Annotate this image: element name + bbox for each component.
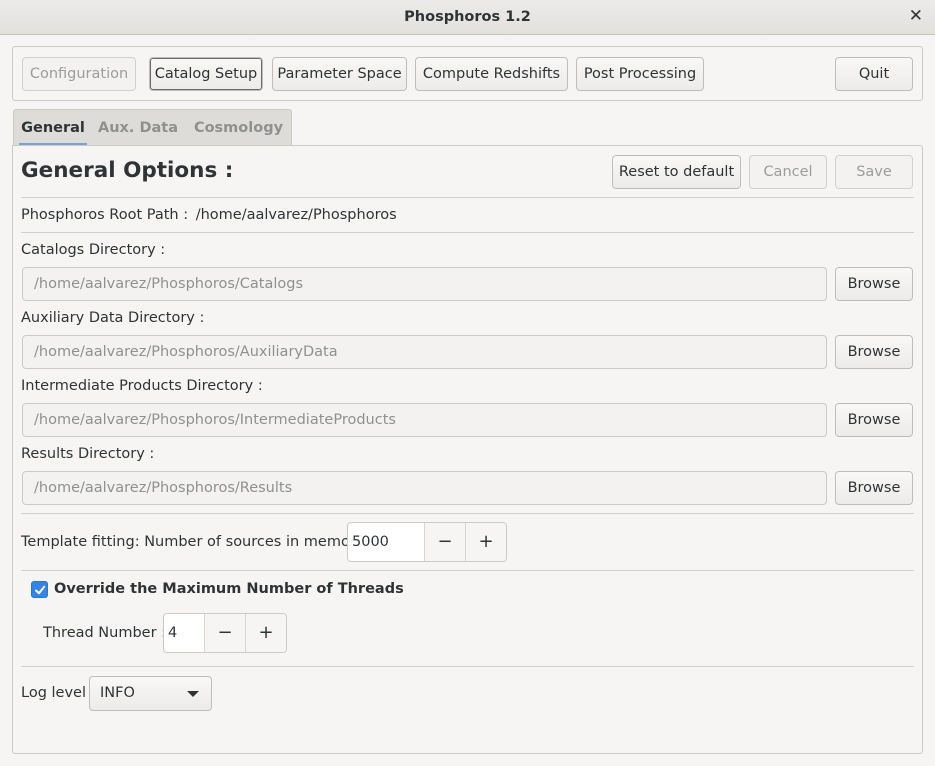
override-threads-label: Override the Maximum Number of Threads [54,581,404,597]
configuration-button[interactable]: Configuration [22,57,136,91]
catalogs-directory-label: Catalogs Directory : [21,242,166,258]
checkmark-icon [34,585,45,594]
override-threads-checkbox[interactable] [31,581,48,598]
close-icon[interactable]: ✕ [909,0,923,33]
root-path-label-text: Phosphoros Root Path : [21,207,189,223]
auxiliary-data-browse-button[interactable]: Browse [835,335,913,369]
log-level-value: INFO [100,685,135,701]
auxiliary-data-directory-field[interactable]: /home/aalvarez/Phosphoros/AuxiliaryData [22,335,827,369]
save-button[interactable]: Save [835,155,913,189]
compute-redshifts-button[interactable]: Compute Redshifts [415,57,568,91]
post-processing-button[interactable]: Post Processing [576,57,704,91]
increment-button[interactable]: + [465,523,506,561]
catalogs-directory-field[interactable]: /home/aalvarez/Phosphoros/Catalogs [22,267,827,301]
increment-button[interactable]: + [245,614,286,652]
log-level-label: Log level [21,685,86,701]
intermediate-products-directory-label: Intermediate Products Directory : [21,378,263,394]
thread-number-stepper[interactable]: 4 − + [163,613,287,653]
title-bar: Phosphoros 1.2 ✕ [0,0,935,35]
quit-button[interactable]: Quit [835,57,913,91]
results-browse-button[interactable]: Browse [835,471,913,505]
minus-icon: − [217,622,233,643]
intermediate-products-browse-button[interactable]: Browse [835,403,913,437]
root-path-value: /home/aalvarez/Phosphoros [195,207,397,223]
tab-cosmology[interactable]: Cosmology [191,110,286,146]
window-title: Phosphoros 1.2 [404,9,531,25]
thread-number-label: Thread Number : [43,625,167,641]
tab-aux-data[interactable]: Aux. Data [98,110,178,146]
divider [21,666,914,667]
cancel-button[interactable]: Cancel [749,155,827,189]
results-directory-field[interactable]: /home/aalvarez/Phosphoros/Results [22,471,827,505]
results-directory-label: Results Directory : [21,446,155,462]
divider [21,513,914,514]
root-path-label: Phosphoros Root Path : /home/aalvarez/Ph… [21,207,397,223]
log-level-dropdown[interactable]: INFO [89,676,212,711]
divider [21,232,914,233]
auxiliary-data-directory-label: Auxiliary Data Directory : [21,310,205,326]
minus-icon: − [437,531,453,552]
tab-bar: General Aux. Data Cosmology [13,109,292,146]
decrement-button[interactable]: − [424,523,465,561]
sources-in-memory-stepper[interactable]: 5000 − + [347,522,507,562]
plus-icon: + [478,531,494,552]
catalogs-browse-button[interactable]: Browse [835,267,913,301]
tab-general[interactable]: General [19,110,87,146]
divider [21,570,914,571]
sources-in-memory-input[interactable]: 5000 [348,523,424,561]
page-title: General Options : [21,158,234,183]
decrement-button[interactable]: − [204,614,245,652]
thread-number-input[interactable]: 4 [164,614,204,652]
intermediate-products-directory-field[interactable]: /home/aalvarez/Phosphoros/IntermediatePr… [22,403,827,437]
catalog-setup-button[interactable]: Catalog Setup [149,57,263,91]
plus-icon: + [258,622,274,643]
reset-to-default-button[interactable]: Reset to default [612,155,741,189]
parameter-space-button[interactable]: Parameter Space [272,57,407,91]
chevron-down-icon [187,691,199,697]
template-fitting-label: Template fitting: Number of sources in m… [21,534,365,550]
divider [21,197,914,198]
